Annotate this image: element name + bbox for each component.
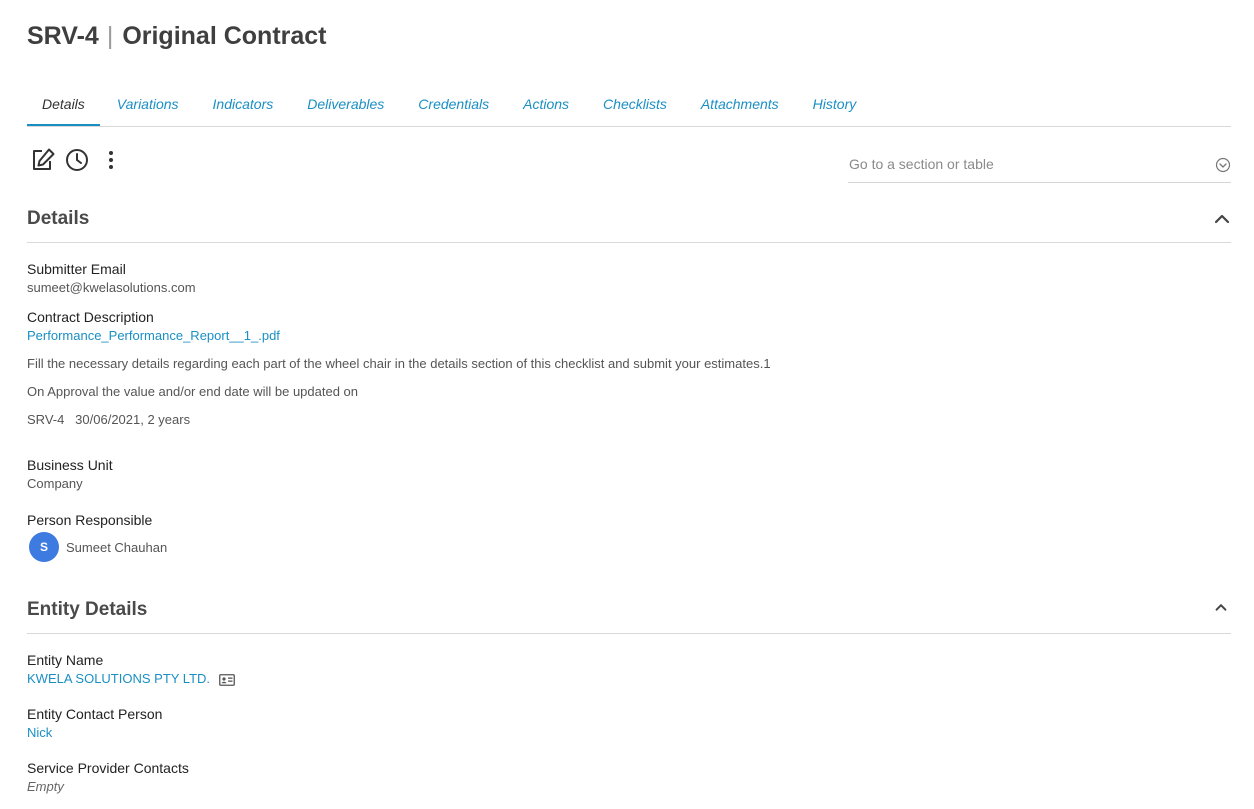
entity-name-link[interactable]: KWELA SOLUTIONS PTY LTD. xyxy=(27,671,210,686)
entity-section-title: Entity Details xyxy=(27,599,148,620)
edit-icon xyxy=(33,148,55,170)
submitter-email-field: Submitter Email sumeet@kwelasolutions.co… xyxy=(27,260,196,297)
person-responsible-label: Person Responsible xyxy=(27,512,153,528)
details-section-title: Details xyxy=(27,208,90,229)
page-title: SRV-4 | Original Contract xyxy=(27,20,327,52)
chevron-down-icon xyxy=(1215,157,1231,173)
tab-details[interactable]: Details xyxy=(27,88,100,126)
contract-description-field: Contract Description Performance_Perform… xyxy=(27,308,280,345)
goto-section-input[interactable] xyxy=(848,150,1199,178)
chevron-up-icon[interactable] xyxy=(1213,210,1231,228)
tab-indicators[interactable]: Indicators xyxy=(196,88,291,125)
submitter-email-value: sumeet@kwelasolutions.com xyxy=(27,280,196,295)
entity-name-label: Entity Name xyxy=(27,652,104,668)
entity-section-header: Entity Details xyxy=(27,593,1231,634)
entity-contact-field: Entity Contact Person Nick xyxy=(27,705,162,742)
title-separator: | xyxy=(106,21,114,50)
person-responsible-value[interactable]: S Sumeet Chauhan xyxy=(29,532,167,562)
business-unit-value: Company xyxy=(27,476,83,491)
tab-deliverables[interactable]: Deliverables xyxy=(290,88,401,125)
service-provider-contacts-value: Empty xyxy=(27,779,64,794)
tab-attachments[interactable]: Attachments xyxy=(684,88,796,125)
contact-card-icon[interactable] xyxy=(218,673,235,686)
description-text-2: On Approval the value and/or end date wi… xyxy=(27,384,359,399)
history-button[interactable] xyxy=(63,146,91,174)
chevron-up-icon[interactable] xyxy=(1213,599,1229,615)
details-section-header: Details xyxy=(27,202,1231,243)
contract-attachment-link[interactable]: Performance_Performance_Report__1_.pdf xyxy=(27,327,280,345)
person-responsible-field: Person Responsible S Sumeet Chauhan xyxy=(27,511,167,562)
description-text-3: SRV-4 30/06/2021, 2 years xyxy=(27,412,191,427)
person-name: Sumeet Chauhan xyxy=(66,539,168,555)
tab-checklists[interactable]: Checklists xyxy=(586,88,684,125)
business-unit-field: Business Unit Company xyxy=(27,456,113,493)
tab-variations[interactable]: Variations xyxy=(100,88,196,125)
business-unit-label: Business Unit xyxy=(27,457,113,473)
avatar: S xyxy=(29,532,59,562)
goto-section-select[interactable] xyxy=(848,150,1231,183)
edit-button[interactable] xyxy=(29,146,57,174)
entity-contact-label: Entity Contact Person xyxy=(27,706,163,722)
contract-description-label: Contract Description xyxy=(27,309,154,325)
contract-code: SRV-4 xyxy=(27,21,99,50)
service-provider-contacts-field: Service Provider Contacts Empty xyxy=(27,759,189,796)
tab-bar: Details Variations Indicators Deliverabl… xyxy=(27,88,1231,127)
description-text-1: Fill the necessary details regarding eac… xyxy=(27,356,771,371)
tab-credentials[interactable]: Credentials xyxy=(401,88,506,125)
more-vertical-icon xyxy=(109,151,113,169)
entity-contact-link[interactable]: Nick xyxy=(27,724,162,742)
more-options-button[interactable] xyxy=(97,146,125,174)
submitter-email-label: Submitter Email xyxy=(27,261,126,277)
entity-name-field: Entity Name KWELA SOLUTIONS PTY LTD. xyxy=(27,651,235,688)
tab-actions[interactable]: Actions xyxy=(506,88,586,125)
service-provider-contacts-label: Service Provider Contacts xyxy=(27,760,189,776)
toolbar xyxy=(29,146,131,174)
tab-history[interactable]: History xyxy=(796,88,874,125)
contract-title: Original Contract xyxy=(122,21,327,50)
history-clock-icon xyxy=(66,149,88,171)
